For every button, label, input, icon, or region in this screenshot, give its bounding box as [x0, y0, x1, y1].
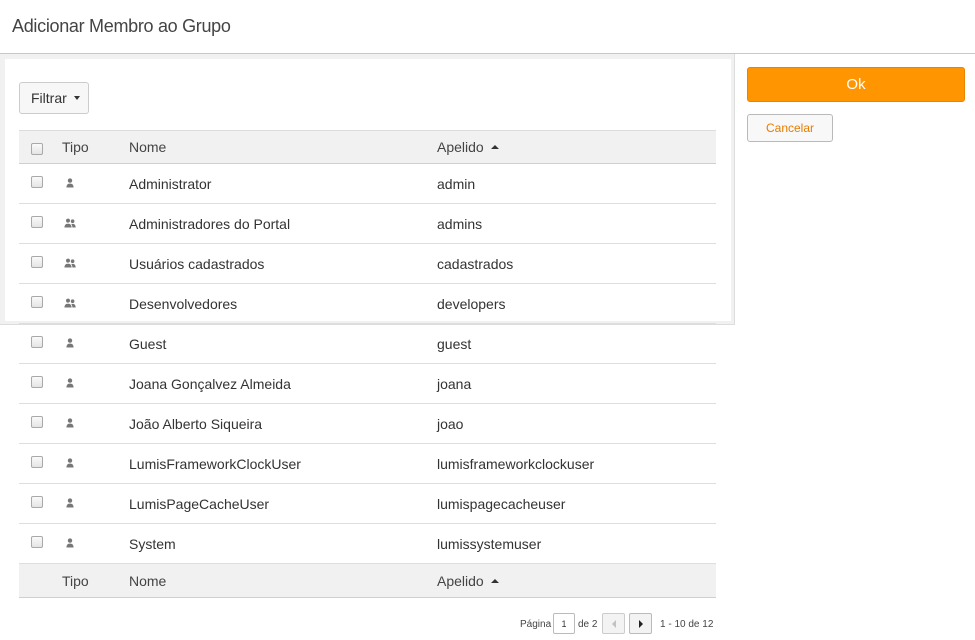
table-row[interactable]: System lumissystemuser: [19, 524, 716, 564]
row-alias: lumispagecacheuser: [437, 495, 566, 512]
row-checkbox[interactable]: [31, 255, 43, 268]
row-alias: joana: [437, 375, 472, 392]
row-name: LumisFrameworkClockUser: [129, 455, 301, 472]
column-header-alias[interactable]: Apelido: [437, 131, 499, 163]
user-icon: [63, 176, 77, 188]
table-body: Administrator admin Administradores do Por…: [19, 164, 716, 564]
row-alias: guest: [437, 335, 472, 352]
row-alias: lumisframeworkclockuser: [437, 455, 595, 472]
table-row[interactable]: LumisFrameworkClockUser lumisframeworkclo…: [19, 444, 716, 484]
arrow-right-icon: [638, 619, 643, 628]
cancel-button[interactable]: Cancelar: [747, 114, 833, 142]
caret-down-icon: [73, 96, 80, 100]
pager-page-input[interactable]: 1: [553, 613, 575, 634]
group-icon: [63, 256, 77, 268]
page-title: Adicionar Membro ao Grupo: [12, 16, 231, 36]
row-name: Usuários cadastrados: [129, 255, 265, 272]
row-checkbox[interactable]: [31, 295, 43, 308]
row-name: Guest: [129, 335, 167, 352]
row-name: João Alberto Siqueira: [129, 415, 263, 432]
row-checkbox[interactable]: [31, 375, 43, 388]
table-row[interactable]: Administrator admin: [19, 164, 716, 204]
row-name: Administradores do Portal: [129, 215, 291, 232]
user-icon: [63, 416, 77, 428]
column-header-name[interactable]: Nome: [129, 131, 166, 163]
ok-button[interactable]: Ok: [747, 67, 965, 102]
row-name: System: [129, 535, 176, 552]
user-icon: [63, 536, 77, 548]
table-row[interactable]: João Alberto Siqueira joao: [19, 404, 716, 444]
row-name: LumisPageCacheUser: [129, 495, 270, 512]
pager-range-label: 1 - 10 de 12: [660, 619, 714, 630]
row-name: Joana Gonçalvez Almeida: [129, 375, 291, 392]
footer-header-alias[interactable]: Apelido: [437, 564, 499, 597]
arrow-left-icon: [611, 619, 616, 628]
row-alias: lumissystemuser: [437, 535, 542, 552]
row-alias: joao: [437, 415, 464, 432]
row-checkbox[interactable]: [31, 415, 43, 428]
pager-page-label: Página: [520, 619, 552, 630]
footer-header-type[interactable]: Tipo: [62, 564, 89, 597]
table-row[interactable]: LumisPageCacheUser lumispagecacheuser: [19, 484, 716, 524]
row-alias: developers: [437, 295, 506, 312]
user-icon: [63, 336, 77, 348]
table-footer: Tipo Nome Apelido: [19, 564, 716, 598]
group-icon: [63, 296, 77, 308]
filter-button[interactable]: Filtrar: [19, 82, 89, 114]
dialog-header: Adicionar Membro ao Grupo: [0, 0, 975, 54]
sort-ascending-icon: [490, 578, 499, 583]
table-row[interactable]: Administradores do Portal admins: [19, 204, 716, 244]
column-header-type[interactable]: Tipo: [62, 131, 89, 163]
footer-header-name[interactable]: Nome: [129, 564, 166, 597]
row-checkbox[interactable]: [31, 215, 43, 228]
pager-prev-button[interactable]: [602, 613, 625, 634]
row-checkbox[interactable]: [31, 335, 43, 348]
user-icon: [63, 376, 77, 388]
row-alias: cadastrados: [437, 255, 514, 272]
pager-next-button[interactable]: [629, 613, 652, 634]
select-all-checkbox[interactable]: [31, 143, 43, 155]
pager-of-label: de 2: [578, 619, 598, 630]
members-table: Tipo Nome Apelido Administrator admin Admi…: [19, 130, 716, 598]
sort-ascending-icon: [490, 145, 499, 149]
row-checkbox[interactable]: [31, 175, 43, 188]
row-alias: admin: [437, 175, 476, 192]
table-row[interactable]: Joana Gonçalvez Almeida joana: [19, 364, 716, 404]
row-name: Desenvolvedores: [129, 295, 238, 312]
filter-label: Filtrar: [31, 90, 67, 106]
table-row[interactable]: Usuários cadastrados cadastrados: [19, 244, 716, 284]
table-row[interactable]: Guest guest: [19, 324, 716, 364]
row-checkbox[interactable]: [31, 535, 43, 548]
user-icon: [63, 456, 77, 468]
user-icon: [63, 496, 77, 508]
group-icon: [63, 216, 77, 228]
row-name: Administrator: [129, 175, 212, 192]
row-alias: admins: [437, 215, 483, 232]
row-checkbox[interactable]: [31, 495, 43, 508]
row-checkbox[interactable]: [31, 455, 43, 468]
table-row[interactable]: Desenvolvedores developers: [19, 284, 716, 324]
table-header: Tipo Nome Apelido: [19, 130, 716, 164]
